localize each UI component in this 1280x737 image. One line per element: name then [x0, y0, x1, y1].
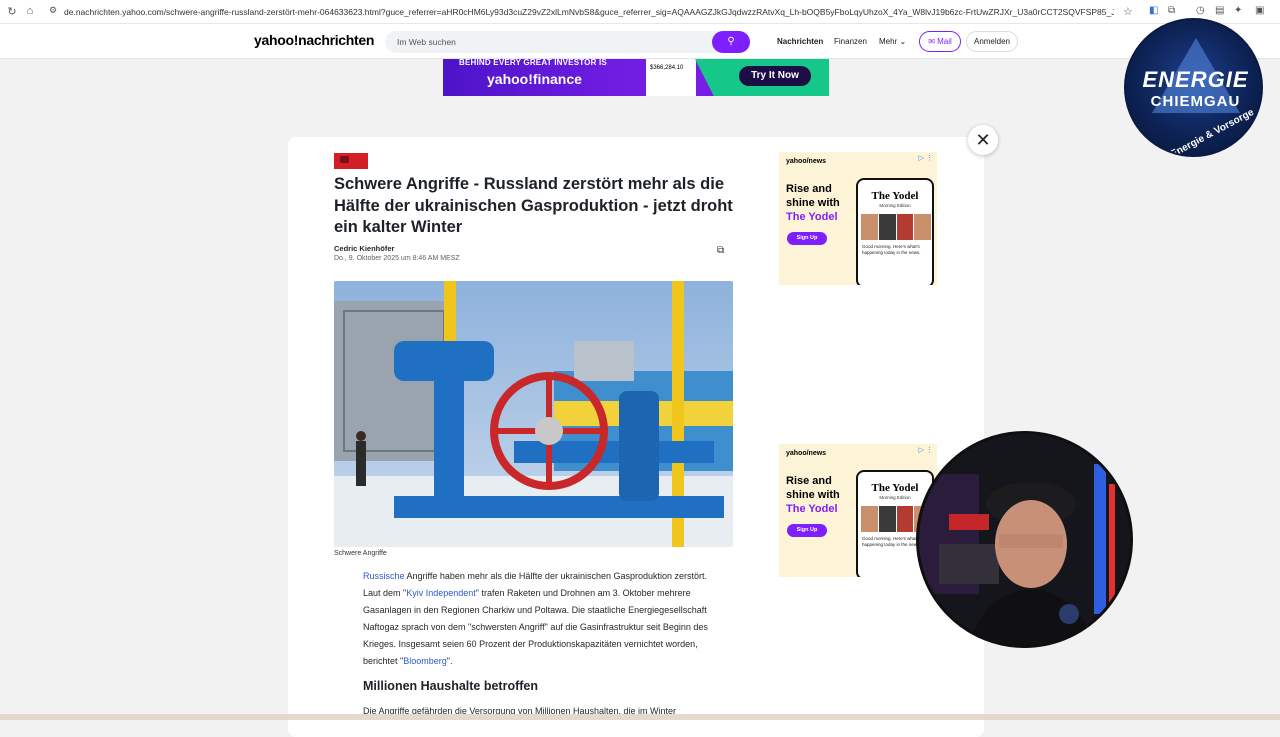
search-box: ⚲ [385, 31, 750, 53]
logo-line-2: CHIEMGAU [1150, 93, 1241, 110]
logo-line-1: ENERGIE [1142, 67, 1249, 92]
side-ad-2[interactable]: yahoo/news ▷ ⋮ Rise and shine with The Y… [779, 444, 937, 577]
link-kyiv-independent[interactable]: Kyiv Independent [406, 588, 476, 598]
mail-icon: ✉ [928, 37, 935, 46]
article-image [334, 281, 733, 547]
article-author[interactable]: Cedric Kienhöfer [334, 244, 394, 253]
image-caption: Schwere Angriffe [334, 550, 387, 557]
search-button[interactable]: ⚲ [712, 31, 750, 53]
source-logo[interactable] [334, 153, 368, 169]
logo-suffix: nachrichten [298, 32, 375, 48]
link-bloomberg[interactable]: Bloomberg [403, 656, 447, 666]
webcam-overlay [916, 431, 1133, 648]
p1-text-b: " trafen Raketen und Drohnen am 3. Oktob… [363, 588, 708, 666]
photo-3 [896, 214, 914, 240]
puzzle-icon[interactable]: ✦ [1234, 5, 1242, 16]
photo-2 [878, 506, 896, 532]
mail-label: Mail [937, 37, 952, 46]
phone-title: The Yodel [871, 482, 919, 494]
photo-3 [896, 506, 914, 532]
address-bar[interactable]: de.nachrichten.yahoo.com/schwere-angriff… [64, 7, 1114, 17]
ad-amount: $366,284.10 [650, 65, 684, 71]
side-ad-headline: Rise and shine with The Yodel [786, 182, 856, 224]
side-ad-headline-b: The Yodel [786, 503, 838, 515]
photo-2 [878, 214, 896, 240]
photo-4 [914, 214, 931, 240]
ad-phone-mockup: $366,284.10 [646, 59, 696, 96]
nav-link-mehr-label: Mehr [879, 37, 898, 46]
bottom-strip [0, 714, 1280, 720]
side-ad-headline-a: Rise and shine with [786, 475, 840, 501]
side-ad-brand: yahoo/news [786, 158, 827, 165]
chevron-down-icon: ⌄ [899, 37, 907, 46]
energie-chiemgau-logo: ENERGIE CHIEMGAU Energie & Vorsorge [1124, 18, 1263, 157]
top-banner-ad[interactable]: BEHIND EVERY GREAT INVESTOR IS yahoo!fin… [443, 59, 829, 96]
bookmark-star-icon[interactable]: ☆ [1123, 5, 1133, 18]
source-logo-mark [340, 156, 349, 163]
side-ad-headline-a: Rise and shine with [786, 183, 840, 209]
history-icon[interactable]: ◷ [1196, 5, 1205, 16]
nav-link-nachrichten[interactable]: Nachrichten [777, 37, 823, 46]
reading-list-icon[interactable]: ▤ [1215, 5, 1224, 16]
side-ad-brand: yahoo/news [786, 450, 827, 457]
search-input[interactable] [385, 31, 685, 53]
translate-icon[interactable]: ◧ [1149, 5, 1158, 16]
phone-title: The Yodel [871, 190, 919, 202]
ad-choices-icon[interactable]: ▷ ⋮ [919, 154, 933, 162]
article-paragraph-1: Russische Angriffe haben mehr als die Hä… [363, 568, 708, 670]
p1-text-c: ". [446, 656, 453, 666]
article-subheading: Millionen Haushalte betroffen [363, 679, 539, 693]
article-headline: Schwere Angriffe - Russland zerstört meh… [334, 175, 733, 236]
search-icon: ⚲ [727, 36, 735, 47]
nav-link-finanzen[interactable]: Finanzen [834, 37, 867, 46]
phone-subtitle: Morning Edition [879, 203, 911, 208]
home-icon[interactable]: ⌂ [21, 5, 39, 17]
share-icon[interactable]: ⧉ [717, 245, 724, 256]
extensions-icon[interactable]: ⧉ [1168, 5, 1175, 16]
split-view-icon[interactable]: ▣ [1255, 5, 1264, 16]
reload-icon[interactable]: ↻ [3, 5, 21, 18]
side-ad-phone: The Yodel Morning Edition Good morning. … [856, 178, 934, 285]
site-header: yahoo!nachrichten ⚲ Nachrichten Finanzen… [0, 24, 1280, 59]
login-button[interactable]: Anmelden [966, 31, 1018, 52]
site-info-icon[interactable]: ⚙ [44, 5, 62, 16]
side-ad-headline: Rise and shine with The Yodel [786, 474, 856, 516]
ad-brand: yahoo!finance [487, 71, 582, 87]
ad-choices-icon[interactable]: ▷ ⋮ [919, 446, 933, 454]
yahoo-logo[interactable]: yahoo!nachrichten [254, 32, 374, 48]
logo-prefix: yahoo! [254, 32, 299, 48]
link-russische[interactable]: Russische [363, 571, 405, 581]
photo-1 [861, 214, 878, 240]
close-button[interactable]: ✕ [968, 125, 998, 155]
logo-line-3: Energie & Vorsorge [1168, 106, 1256, 157]
mail-button[interactable]: ✉ Mail [919, 31, 961, 52]
phone-photos [861, 214, 931, 240]
photo-1 [861, 506, 878, 532]
phone-text: Good morning. Here's what's happening to… [862, 244, 921, 255]
browser-toolbar: ↻ ⌂ ⚙ de.nachrichten.yahoo.com/schwere-a… [0, 0, 1280, 24]
article-date: Do., 9. Oktober 2025 um 8:46 AM MESZ [334, 255, 460, 262]
nav-link-mehr[interactable]: Mehr ⌄ [879, 37, 906, 46]
side-ad-1[interactable]: yahoo/news ▷ ⋮ Rise and shine with The Y… [779, 152, 937, 285]
close-icon: ✕ [975, 130, 991, 150]
ad-tagline: BEHIND EVERY GREAT INVESTOR IS [459, 59, 607, 67]
try-it-now-button[interactable]: Try It Now [739, 66, 811, 86]
side-ad-headline-b: The Yodel [786, 211, 838, 223]
sign-up-button[interactable]: Sign Up [787, 524, 827, 537]
phone-subtitle: Morning Edition [879, 495, 911, 500]
sign-up-button[interactable]: Sign Up [787, 232, 827, 245]
